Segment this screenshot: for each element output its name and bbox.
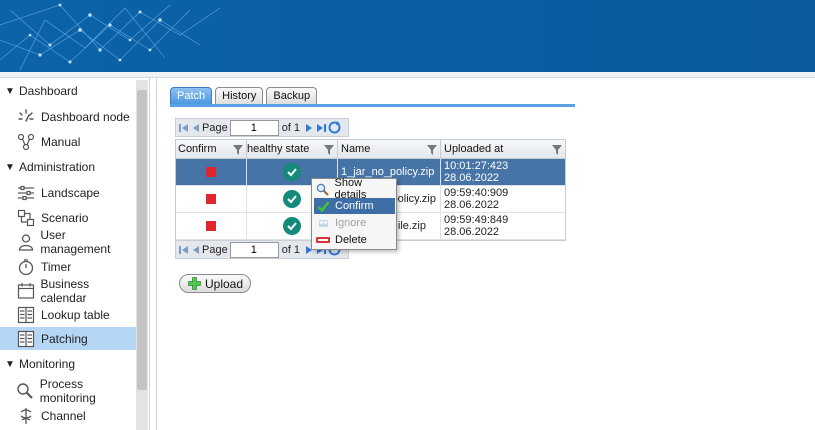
magnifier-icon [16, 381, 35, 401]
page-label: Page [202, 243, 228, 256]
ignore-icon [315, 216, 331, 230]
network-graphic [0, 3, 221, 71]
uploaded-at: 10:01:27:423 28.06.2022 [444, 160, 509, 184]
channel-icon [16, 406, 36, 426]
healthy-check-icon [283, 163, 301, 181]
checkmark-icon [315, 199, 331, 213]
sidebar-item-label: Manual [41, 134, 81, 149]
healthy-check-icon [283, 217, 301, 235]
sidebar-item-timer[interactable]: Timer [0, 255, 136, 278]
column-healthy-state[interactable]: healthy state [247, 140, 338, 158]
prev-page-icon[interactable] [190, 243, 201, 256]
sidebar-item-patching[interactable]: Patching [0, 327, 136, 350]
sidebar-item-label: Dashboard node [41, 109, 130, 124]
table-icon [16, 305, 36, 325]
section-administration[interactable]: ▼ Administration [5, 157, 95, 177]
not-confirmed-indicator[interactable] [206, 194, 216, 204]
prev-page-icon[interactable] [190, 121, 201, 134]
context-menu: Show details Confirm Ignore Delete [311, 177, 397, 250]
sidebar-item-label: Landscape [41, 185, 100, 200]
grid-header: Confirm healthy state Name Uploaded at [176, 140, 565, 159]
dashboard-node-icon [16, 107, 36, 127]
sidebar-item-lookup-table[interactable]: Lookup table [0, 303, 136, 326]
menu-item-show-details[interactable]: Show details [314, 177, 395, 201]
section-monitoring[interactable]: ▼ Monitoring [5, 354, 75, 374]
collapse-triangle-icon: ▼ [5, 85, 15, 97]
sidebar-item-user-management[interactable]: User management [0, 227, 136, 256]
page-count: of 1 [281, 243, 301, 256]
column-uploaded-at[interactable]: Uploaded at [441, 140, 565, 158]
sidebar-item-channel[interactable]: Channel [0, 404, 136, 427]
next-page-icon[interactable] [303, 121, 314, 134]
uploaded-at: 09:59:49:849 28.06.2022 [444, 214, 509, 238]
sidebar-item-landscape[interactable]: Landscape [0, 181, 136, 204]
filter-icon[interactable] [324, 143, 334, 161]
first-page-icon[interactable] [178, 243, 189, 256]
sidebar-item-label: Patching [41, 331, 88, 346]
not-confirmed-indicator[interactable] [206, 167, 216, 177]
plus-icon [188, 277, 201, 290]
pager-top: Page of 1 [175, 118, 349, 137]
filter-icon[interactable] [427, 143, 437, 161]
timer-icon [16, 257, 36, 277]
app-banner [0, 0, 815, 72]
sidebar-item-process-monitoring[interactable]: Process monitoring [0, 376, 136, 405]
section-label: Monitoring [19, 357, 76, 371]
upload-button[interactable]: Upload [179, 274, 251, 293]
sidebar-item-label: Scenario [41, 210, 89, 225]
menu-item-delete[interactable]: Delete [314, 232, 395, 248]
section-label: Administration [19, 160, 96, 174]
filter-icon[interactable] [552, 143, 562, 161]
uploaded-at: 09:59:40:909 28.06.2022 [444, 187, 509, 211]
panel-divider [156, 78, 157, 430]
sidebar-item-label: Timer [41, 259, 72, 274]
first-page-icon[interactable] [178, 121, 189, 134]
manual-icon [16, 132, 36, 152]
page-input[interactable] [229, 119, 279, 136]
tab-underline [170, 104, 575, 107]
menu-item-confirm[interactable]: Confirm [314, 198, 395, 214]
collapse-triangle-icon: ▼ [5, 161, 15, 173]
tab-history[interactable]: History [215, 87, 264, 104]
sidebar-scroll-thumb[interactable] [137, 90, 147, 390]
sidebar-item-scenario[interactable]: Scenario [0, 206, 136, 229]
not-confirmed-indicator[interactable] [206, 221, 216, 231]
delete-icon [315, 233, 331, 247]
healthy-check-icon [283, 190, 301, 208]
sidebar-item-label: Lookup table [41, 307, 110, 322]
tab-patch[interactable]: Patch [170, 87, 213, 104]
magnifier-icon [315, 182, 331, 196]
tab-backup[interactable]: Backup [266, 87, 318, 104]
sidebar-item-label: Business calendar [40, 276, 90, 305]
page-count: of 1 [281, 121, 301, 134]
sidebar-item-label: Channel [41, 408, 86, 423]
tab-bar: Patch History Backup [170, 87, 318, 104]
column-confirm[interactable]: Confirm [176, 140, 247, 158]
scenario-icon [16, 208, 36, 228]
menu-item-ignore[interactable]: Ignore [314, 215, 395, 231]
upload-label: Upload [205, 276, 244, 291]
filter-icon[interactable] [233, 143, 243, 161]
page-input[interactable] [229, 241, 279, 258]
column-name[interactable]: Name [338, 140, 441, 158]
table-icon [16, 329, 36, 349]
sidebar-item-label: Process monitoring [39, 376, 96, 405]
sidebar-item-dashboard-node[interactable]: Dashboard node [0, 105, 136, 128]
user-icon [16, 232, 35, 252]
collapse-triangle-icon: ▼ [5, 358, 15, 370]
sidebar-item-business-calendar[interactable]: Business calendar [0, 276, 136, 305]
page-label: Page [202, 121, 228, 134]
calendar-icon [16, 281, 35, 301]
section-dashboard[interactable]: ▼ Dashboard [5, 81, 78, 101]
landscape-icon [16, 183, 36, 203]
last-page-icon[interactable] [315, 121, 326, 134]
section-label: Dashboard [19, 84, 78, 98]
refresh-icon[interactable] [327, 121, 341, 134]
sidebar-item-manual[interactable]: Manual [0, 130, 136, 153]
sidebar-item-label: User management [40, 227, 111, 256]
